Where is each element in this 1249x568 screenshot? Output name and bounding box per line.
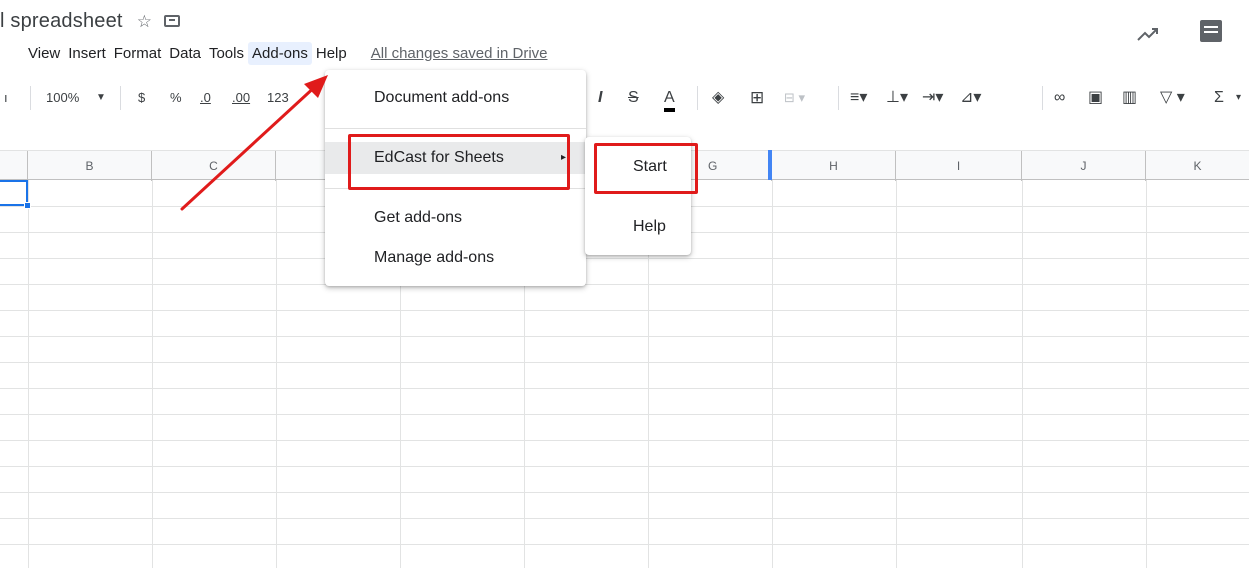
text-rotation-icon[interactable]: ⊿▾ (960, 88, 981, 108)
menu-bar: View Insert Format Data Tools Add-ons He… (24, 40, 548, 66)
vertical-align-icon[interactable]: ⊥▾ (886, 88, 908, 108)
submenu-item-help[interactable]: Help (585, 207, 691, 247)
toolbar-separator (120, 86, 121, 110)
title-bar: l spreadsheet ☆ (0, 6, 180, 36)
menu-separator (325, 128, 586, 129)
menu-format[interactable]: Format (110, 42, 166, 65)
merge-cells-icon[interactable]: ⊟ ▾ (784, 88, 805, 108)
grid-hline (0, 310, 1249, 311)
functions-button[interactable]: Σ (1214, 88, 1224, 108)
menu-insert[interactable]: Insert (64, 42, 110, 65)
currency-format-button[interactable]: $ (138, 88, 145, 108)
toolbar-separator (30, 86, 31, 110)
grid-vline (896, 180, 897, 568)
functions-dropdown-icon[interactable]: ▾ (1236, 88, 1241, 108)
menu-item-label: Get add-ons (374, 209, 463, 226)
grid-hline (0, 492, 1249, 493)
save-status-link[interactable]: All changes saved in Drive (371, 45, 548, 62)
document-title[interactable]: l spreadsheet (0, 10, 123, 33)
filter-icon[interactable]: ▽ ▾ (1160, 88, 1185, 108)
menu-item-get-add-ons[interactable]: Get add-ons (325, 202, 586, 234)
move-folder-icon[interactable] (163, 15, 180, 27)
submenu-item-label: Help (633, 218, 666, 235)
menu-tools[interactable]: Tools (205, 42, 248, 65)
grid-vline (772, 180, 773, 568)
activity-trend-icon[interactable] (1136, 24, 1160, 44)
horizontal-align-icon[interactable]: ≡▾ (850, 88, 867, 108)
text-wrap-icon[interactable]: ⇥▾ (922, 88, 943, 108)
toolbar-separator (1042, 86, 1043, 110)
fill-color-icon[interactable]: ◈ (712, 88, 724, 108)
star-icon[interactable]: ☆ (137, 13, 152, 30)
grid-hline (0, 414, 1249, 415)
menu-item-label: Document add-ons (374, 89, 510, 106)
grid-hline (0, 544, 1249, 545)
annotation-highlight-start (594, 143, 698, 194)
comment-history-icon[interactable] (1200, 20, 1222, 42)
grid-vline (152, 180, 153, 568)
italic-button[interactable]: I (598, 88, 602, 108)
toolbar-separator (697, 86, 698, 110)
menu-item-label: Manage add-ons (374, 249, 495, 266)
text-color-button[interactable]: A (664, 88, 675, 112)
grid-hline (0, 336, 1249, 337)
toolbar-overflow-marker: ı (4, 90, 8, 105)
grid-vline (1146, 180, 1147, 568)
grid-vline (28, 180, 29, 568)
zoom-select[interactable]: 100% (46, 88, 79, 108)
insert-comment-icon[interactable]: ▣ (1088, 88, 1103, 108)
menu-add-ons[interactable]: Add-ons (248, 41, 312, 65)
grid-hline (0, 518, 1249, 519)
annotation-highlight-edcast (348, 134, 570, 190)
grid-hline (0, 440, 1249, 441)
insert-link-icon[interactable]: ∞ (1054, 88, 1065, 108)
annotation-arrow-icon (180, 75, 328, 211)
grid-hline (0, 362, 1249, 363)
menu-item-manage-add-ons[interactable]: Manage add-ons (325, 242, 586, 274)
grid-hline (0, 466, 1249, 467)
grid-hline (0, 284, 1249, 285)
grid-vline (276, 180, 277, 568)
menu-help[interactable]: Help (312, 42, 351, 65)
fill-handle[interactable] (24, 202, 31, 209)
menu-view[interactable]: View (24, 42, 64, 65)
menu-data[interactable]: Data (165, 42, 205, 65)
grid-hline (0, 258, 1249, 259)
strikethrough-button[interactable]: S (628, 88, 639, 108)
grid-hline (0, 388, 1249, 389)
grid-vline (1022, 180, 1023, 568)
zoom-dropdown-arrow-icon[interactable]: ▼ (96, 88, 106, 108)
menu-item-document-add-ons[interactable]: Document add-ons (325, 82, 586, 114)
borders-icon[interactable]: ⊞ (750, 88, 764, 108)
insert-chart-icon[interactable]: ▥ (1122, 88, 1137, 108)
toolbar-separator (838, 86, 839, 110)
